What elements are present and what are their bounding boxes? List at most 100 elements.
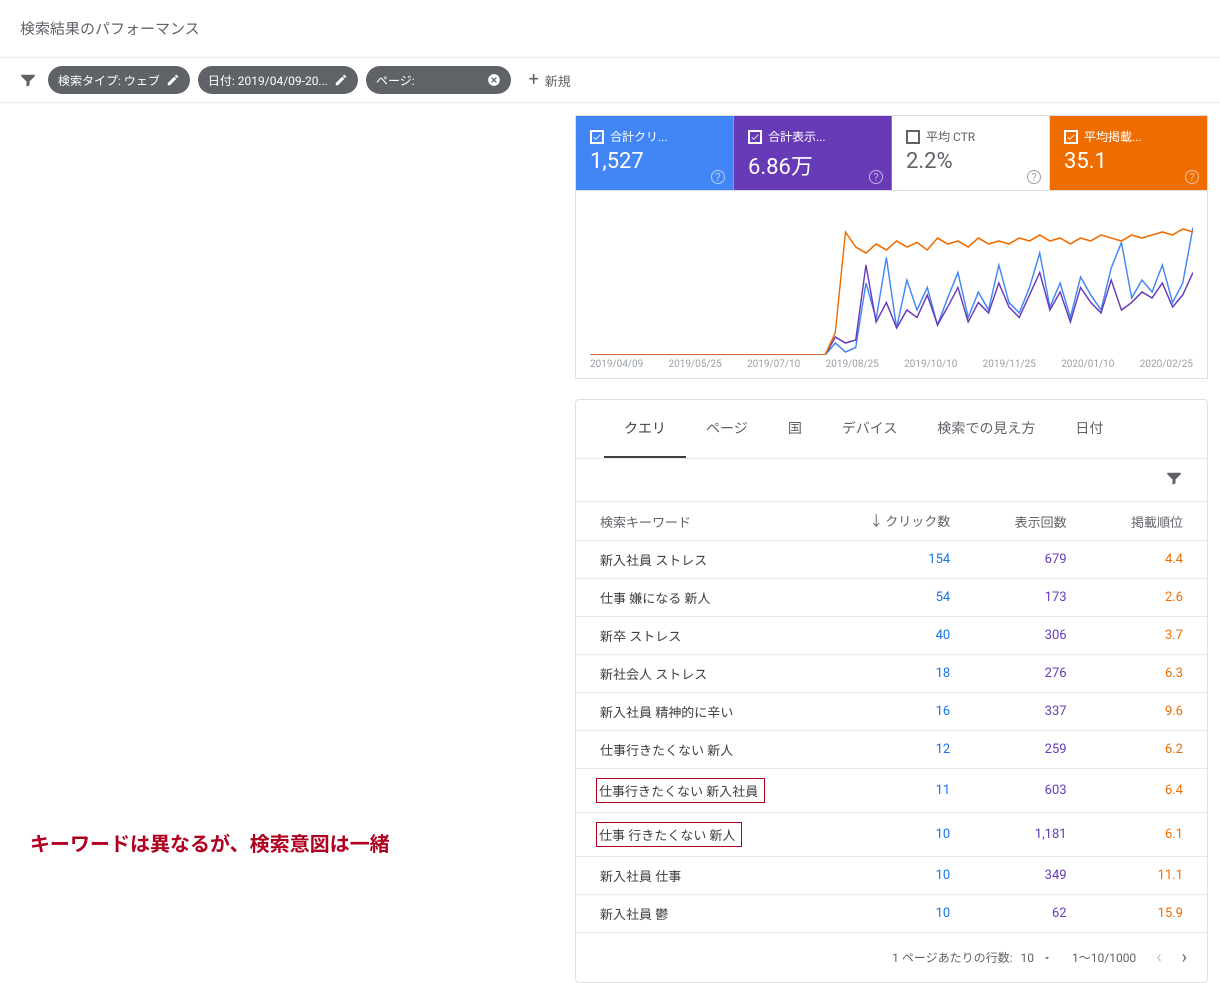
cell-position: 15.9 [1091, 895, 1207, 933]
cell-keyword: 新入社員 鬱 [576, 895, 824, 933]
x-tick: 2019/08/25 [826, 359, 879, 370]
cell-position: 6.4 [1091, 769, 1207, 813]
cell-keyword: 新社会人 ストレス [576, 655, 824, 693]
table-row[interactable]: 新入社員 ストレス1546794.4 [576, 541, 1207, 579]
chevron-down-icon[interactable] [1042, 953, 1052, 963]
cell-impressions: 259 [974, 731, 1090, 769]
chip-label: 日付: 2019/04/09-20... [208, 72, 328, 89]
metric-card-purple[interactable]: 合計表示...6.86万? [734, 116, 892, 190]
help-icon[interactable]: ? [1027, 170, 1041, 184]
pencil-icon[interactable] [166, 73, 180, 87]
cell-impressions: 337 [974, 693, 1090, 731]
filter-chip-date[interactable]: 日付: 2019/04/09-20... [198, 66, 358, 94]
table-row[interactable]: 新社会人 ストレス182766.3 [576, 655, 1207, 693]
query-table-card: クエリページ国デバイス検索での見え方日付 検索キーワード↓クリック数表示回数掲載… [575, 399, 1208, 983]
cell-clicks: 18 [824, 655, 974, 693]
pager: 1 ページあたりの行数: 10 1～10/1000 ‹ › [576, 933, 1207, 982]
cell-clicks: 10 [824, 857, 974, 895]
pager-prev-button[interactable]: ‹ [1156, 947, 1161, 968]
table-row[interactable]: 新入社員 精神的に辛い163379.6 [576, 693, 1207, 731]
sort-arrow-icon: ↓ [869, 514, 883, 530]
table-row[interactable]: 仕事 嫌になる 新人541732.6 [576, 579, 1207, 617]
metric-card-blue[interactable]: 合計クリ... 1,527? [576, 116, 734, 190]
cell-keyword: 新卒 ストレス [576, 617, 824, 655]
table-row[interactable]: 仕事行きたくない 新人122596.2 [576, 731, 1207, 769]
cell-keyword: 新入社員 ストレス [576, 541, 824, 579]
tab-0[interactable]: クエリ [604, 400, 686, 458]
chip-label: ページ: [376, 72, 415, 89]
cell-impressions: 679 [974, 541, 1090, 579]
query-table: 検索キーワード↓クリック数表示回数掲載順位 新入社員 ストレス1546794.4… [576, 502, 1207, 933]
cell-impressions: 62 [974, 895, 1090, 933]
chart-x-axis: 2019/04/092019/05/252019/07/102019/08/25… [590, 355, 1193, 370]
checkbox-icon[interactable] [1064, 130, 1078, 144]
tab-3[interactable]: デバイス [822, 400, 918, 458]
cell-position: 11.1 [1091, 857, 1207, 895]
tab-5[interactable]: 日付 [1055, 400, 1123, 458]
pager-next-button[interactable]: › [1182, 947, 1187, 968]
metric-card-orange[interactable]: 平均掲載...35.1? [1050, 116, 1207, 190]
metric-card-white[interactable]: 平均 CTR 2.2%? [892, 116, 1050, 190]
cell-impressions: 306 [974, 617, 1090, 655]
filter-bar: 検索タイプ: ウェブ 日付: 2019/04/09-20... ページ: + 新… [0, 58, 1220, 103]
chart-panel: 2019/04/092019/05/252019/07/102019/08/25… [575, 190, 1208, 379]
cell-keyword: 新入社員 仕事 [576, 857, 824, 895]
col-header[interactable]: 表示回数 [974, 502, 1090, 541]
cell-clicks: 154 [824, 541, 974, 579]
cell-clicks: 12 [824, 731, 974, 769]
table-row[interactable]: 仕事行きたくない 新入社員116036.4 [576, 769, 1207, 813]
metric-label: 合計クリ... [610, 128, 668, 145]
cell-impressions: 1,181 [974, 813, 1090, 857]
metric-value: 1,527 [590, 149, 719, 174]
add-filter-button[interactable]: + 新規 [519, 71, 581, 90]
col-header[interactable]: ↓クリック数 [824, 502, 974, 541]
cell-position: 3.7 [1091, 617, 1207, 655]
filter-chip-search-type[interactable]: 検索タイプ: ウェブ [48, 66, 190, 94]
x-tick: 2019/11/25 [983, 359, 1036, 370]
cell-impressions: 173 [974, 579, 1090, 617]
col-header[interactable]: 掲載順位 [1091, 502, 1207, 541]
cell-position: 6.1 [1091, 813, 1207, 857]
checkbox-icon[interactable] [748, 130, 762, 144]
performance-chart [590, 205, 1193, 355]
rows-per-page-value[interactable]: 10 [1021, 951, 1035, 965]
tab-4[interactable]: 検索での見え方 [917, 400, 1055, 458]
cell-impressions: 276 [974, 655, 1090, 693]
cell-clicks: 40 [824, 617, 974, 655]
cell-clicks: 11 [824, 769, 974, 813]
cell-keyword: 仕事行きたくない 新人 [576, 731, 824, 769]
cell-keyword: 仕事行きたくない 新入社員 [576, 769, 824, 813]
x-tick: 2019/04/09 [590, 359, 643, 370]
tab-2[interactable]: 国 [768, 400, 822, 458]
cell-position: 9.6 [1091, 693, 1207, 731]
table-row[interactable]: 新入社員 仕事1034911.1 [576, 857, 1207, 895]
table-row[interactable]: 新卒 ストレス403063.7 [576, 617, 1207, 655]
col-header[interactable]: 検索キーワード [576, 502, 824, 541]
metric-value: 35.1 [1064, 149, 1193, 174]
metric-label: 合計表示... [768, 128, 826, 145]
cell-clicks: 16 [824, 693, 974, 731]
x-tick: 2019/07/10 [747, 359, 800, 370]
tab-1[interactable]: ページ [686, 400, 768, 458]
checkbox-icon[interactable] [906, 130, 920, 144]
filter-icon[interactable] [1165, 469, 1183, 491]
filter-icon[interactable] [16, 68, 40, 92]
checkbox-icon[interactable] [590, 130, 604, 144]
table-row[interactable]: 新入社員 鬱106215.9 [576, 895, 1207, 933]
tabs: クエリページ国デバイス検索での見え方日付 [576, 400, 1207, 459]
filter-chip-page[interactable]: ページ: [366, 66, 511, 94]
help-icon[interactable]: ? [869, 170, 883, 184]
cell-position: 4.4 [1091, 541, 1207, 579]
pager-range: 1～10/1000 [1072, 949, 1136, 966]
table-row[interactable]: 仕事 行きたくない 新人101,1816.1 [576, 813, 1207, 857]
help-icon[interactable]: ? [711, 170, 725, 184]
x-tick: 2019/10/10 [904, 359, 957, 370]
pencil-icon[interactable] [334, 73, 348, 87]
metric-cards: 合計クリ...1,527?合計表示...6.86万?平均 CTR2.2%?平均掲… [575, 115, 1208, 190]
add-filter-label: 新規 [545, 71, 571, 90]
metric-label: 平均 CTR [926, 128, 975, 145]
help-icon[interactable]: ? [1185, 170, 1199, 184]
close-icon[interactable] [487, 73, 501, 87]
rows-per-page-label: 1 ページあたりの行数: [892, 949, 1012, 966]
metric-value: 2.2% [906, 149, 1035, 174]
